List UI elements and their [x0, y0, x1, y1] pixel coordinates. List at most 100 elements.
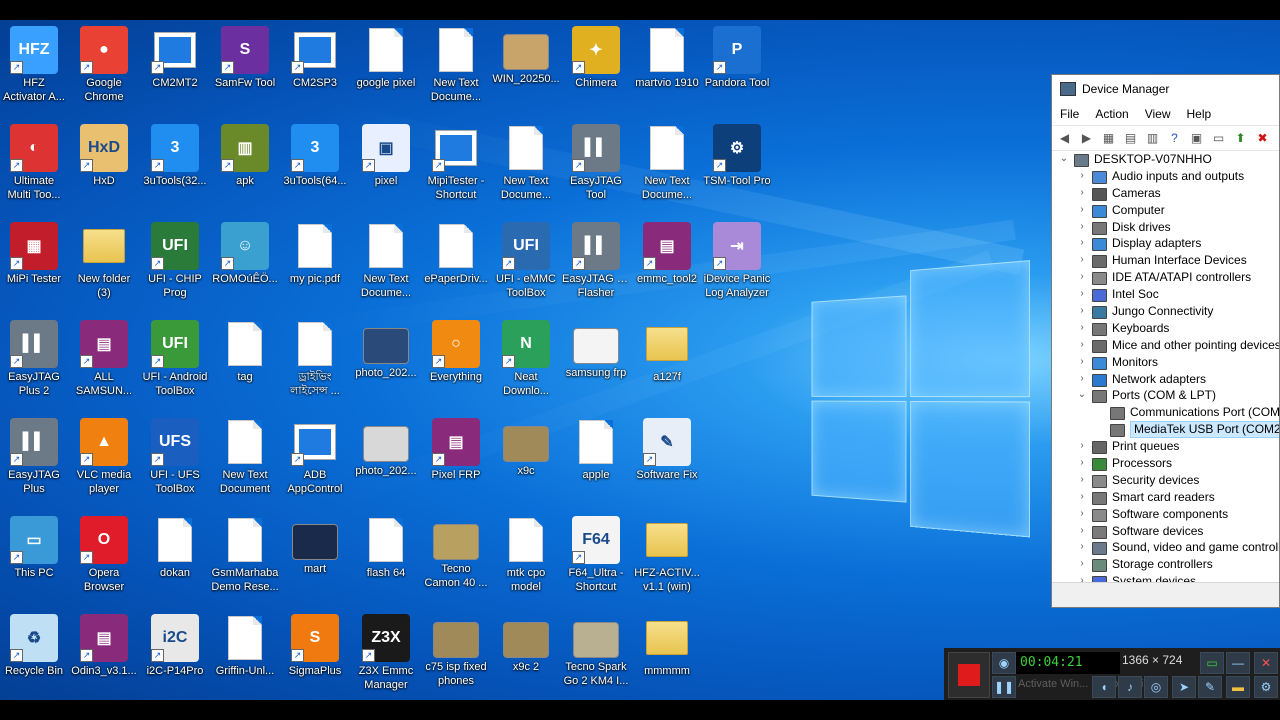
- tree-category[interactable]: › Network adapters: [1052, 371, 1279, 388]
- tree-device[interactable]: Communications Port (COM1): [1052, 404, 1279, 421]
- help-icon[interactable]: ?: [1166, 131, 1183, 146]
- chevron-right-icon[interactable]: ›: [1076, 523, 1088, 540]
- chevron-down-icon[interactable]: ⌄: [1058, 151, 1070, 168]
- tree-category[interactable]: › Software devices: [1052, 523, 1279, 540]
- desktop-icon[interactable]: ▥ ↗ apk: [211, 122, 279, 218]
- desktop-icon[interactable]: ▤ ↗ Pixel FRP: [422, 416, 490, 512]
- tree-category[interactable]: › Disk drives: [1052, 219, 1279, 236]
- desktop-icon[interactable]: ▤ ↗ Odin3_v3.1...: [70, 612, 138, 700]
- tree-category[interactable]: › Computer: [1052, 202, 1279, 219]
- desktop-icon[interactable]: ↗ MipiTester - Shortcut: [422, 122, 490, 218]
- desktop-icon[interactable]: O ↗ Opera Browser: [70, 514, 138, 610]
- back-arrow-icon[interactable]: ◀: [1056, 131, 1073, 146]
- properties-icon[interactable]: ▤: [1122, 131, 1139, 146]
- tree-category[interactable]: › Display adapters: [1052, 235, 1279, 252]
- chevron-right-icon[interactable]: ›: [1076, 252, 1088, 269]
- tree-category[interactable]: › Software components: [1052, 506, 1279, 523]
- desktop-icon[interactable]: ● ↗ Google Chrome: [70, 24, 138, 120]
- gear-icon[interactable]: ⚙: [1254, 676, 1278, 698]
- desktop-icon[interactable]: google pixel: [352, 24, 420, 120]
- desktop-icon[interactable]: x9c: [492, 416, 560, 512]
- desktop-icon[interactable]: flash 64: [352, 514, 420, 610]
- chevron-right-icon[interactable]: ›: [1076, 303, 1088, 320]
- chevron-right-icon[interactable]: ›: [1076, 202, 1088, 219]
- desktop-icon[interactable]: ▦ ↗ MiPi Tester: [0, 220, 68, 316]
- desktop-icon[interactable]: ☺ ↗ ROMOúÊÖ...: [211, 220, 279, 316]
- desktop-icon[interactable]: ▤ ↗ emmc_tool2: [633, 220, 701, 316]
- tree-category[interactable]: › Storage controllers: [1052, 556, 1279, 573]
- desktop-icon[interactable]: HFZ ↗ HFZ Activator A...: [0, 24, 68, 120]
- chevron-right-icon[interactable]: ›: [1076, 539, 1088, 556]
- desktop-icon[interactable]: ✎ ↗ Software Fix: [633, 416, 701, 512]
- close-icon[interactable]: ✕: [1254, 652, 1278, 674]
- desktop-icon[interactable]: Griffin-Unl...: [211, 612, 279, 700]
- desktop-icon[interactable]: ↗ CM2MT2: [141, 24, 209, 120]
- desktop-icon[interactable]: ⚙ ↗ TSM-Tool Pro: [703, 122, 771, 218]
- desktop-icon[interactable]: P ↗ Pandora Tool: [703, 24, 771, 120]
- tree-category[interactable]: › Jungo Connectivity: [1052, 303, 1279, 320]
- desktop-icon[interactable]: samsung frp: [562, 318, 630, 414]
- minimize-icon[interactable]: —: [1226, 652, 1250, 674]
- chevron-right-icon[interactable]: ›: [1076, 286, 1088, 303]
- folder-icon[interactable]: ▬: [1226, 676, 1250, 698]
- desktop-icon[interactable]: S ↗ SamFw Tool: [211, 24, 279, 120]
- camera-icon[interactable]: ◉: [992, 652, 1016, 674]
- chevron-right-icon[interactable]: ›: [1076, 438, 1088, 455]
- desktop-icon[interactable]: S ↗ SigmaPlus: [281, 612, 349, 700]
- tree-category[interactable]: › Cameras: [1052, 185, 1279, 202]
- stop-recording-button[interactable]: [948, 652, 990, 698]
- desktop-icon[interactable]: x9c 2: [492, 612, 560, 700]
- desktop-icon[interactable]: Tecno Camon 40 ...: [422, 514, 490, 610]
- desktop-icon[interactable]: New Text Docume...: [633, 122, 701, 218]
- chevron-right-icon[interactable]: ›: [1076, 489, 1088, 506]
- desktop-icon[interactable]: ▭ ↗ This PC: [0, 514, 68, 610]
- desktop-icon[interactable]: mmmmm: [633, 612, 701, 700]
- desktop-icon[interactable]: GsmMarhaba Demo Rese...: [211, 514, 279, 610]
- desktop-icon[interactable]: ▌▌ ↗ EasyJTAG SPI Flasher: [562, 220, 630, 316]
- device-manager-window[interactable]: Device Manager File Action View Help ◀ ▶…: [1051, 74, 1280, 608]
- desktop-icon[interactable]: mart: [281, 514, 349, 610]
- tree-root[interactable]: ⌄ DESKTOP-V07NHHO: [1052, 151, 1279, 168]
- desktop-icon[interactable]: tag: [211, 318, 279, 414]
- desktop-icon[interactable]: ↗ CM2SP3: [281, 24, 349, 120]
- desktop-icon[interactable]: mtk cpo model: [492, 514, 560, 610]
- desktop-icon[interactable]: UFI ↗ UFI - Android ToolBox: [141, 318, 209, 414]
- tree-category[interactable]: › Audio inputs and outputs: [1052, 168, 1279, 185]
- desktop-icon[interactable]: ▤ ↗ ALL SAMSUN...: [70, 318, 138, 414]
- microphone-icon[interactable]: ♪: [1118, 676, 1142, 698]
- speaker-icon[interactable]: ◖: [1092, 676, 1116, 698]
- menu-help[interactable]: Help: [1179, 107, 1220, 121]
- details-icon[interactable]: ▥: [1144, 131, 1161, 146]
- chevron-right-icon[interactable]: ›: [1076, 506, 1088, 523]
- chevron-right-icon[interactable]: ›: [1076, 219, 1088, 236]
- chevron-right-icon[interactable]: ›: [1076, 235, 1088, 252]
- forward-arrow-icon[interactable]: ▶: [1078, 131, 1095, 146]
- tree-category[interactable]: › Human Interface Devices: [1052, 252, 1279, 269]
- desktop-icon[interactable]: i2C ↗ i2C-P14Pro: [141, 612, 209, 700]
- tree-category[interactable]: › IDE ATA/ATAPI controllers: [1052, 269, 1279, 286]
- desktop-icon[interactable]: WIN_20250...: [492, 24, 560, 120]
- desktop-icon[interactable]: New Text Docume...: [352, 220, 420, 316]
- desktop-icon[interactable]: photo_202...: [352, 416, 420, 512]
- chevron-right-icon[interactable]: ›: [1076, 168, 1088, 185]
- desktop-icon[interactable]: ▲ ↗ VLC media player: [70, 416, 138, 512]
- desktop-icon[interactable]: HFZ-ACTIV... v1.1 (win): [633, 514, 701, 610]
- tree-category[interactable]: › Monitors: [1052, 354, 1279, 371]
- pen-icon[interactable]: ✎: [1198, 676, 1222, 698]
- desktop-icon[interactable]: 3 ↗ 3uTools(32...: [141, 122, 209, 218]
- desktop-icon[interactable]: New Text Docume...: [422, 24, 490, 120]
- desktop-icon[interactable]: dokan: [141, 514, 209, 610]
- desktop-icon[interactable]: HxD ↗ HxD: [70, 122, 138, 218]
- view-icon[interactable]: ▣: [1188, 131, 1205, 146]
- chevron-right-icon[interactable]: ›: [1076, 269, 1088, 286]
- menu-action[interactable]: Action: [1087, 107, 1136, 121]
- desktop-icon[interactable]: F64 ↗ F64_Ultra - Shortcut: [562, 514, 630, 610]
- tree-category[interactable]: › Smart card readers: [1052, 489, 1279, 506]
- desktop-icon[interactable]: a127f: [633, 318, 701, 414]
- uninstall-device-icon[interactable]: ✖: [1254, 131, 1271, 146]
- tree-category[interactable]: › Sound, video and game controllers: [1052, 539, 1279, 556]
- tree-category[interactable]: › Keyboards: [1052, 320, 1279, 337]
- desktop-icon[interactable]: UFS ↗ UFI - UFS ToolBox: [141, 416, 209, 512]
- chevron-right-icon[interactable]: ›: [1076, 354, 1088, 371]
- monitor-icon[interactable]: ▭: [1210, 131, 1227, 146]
